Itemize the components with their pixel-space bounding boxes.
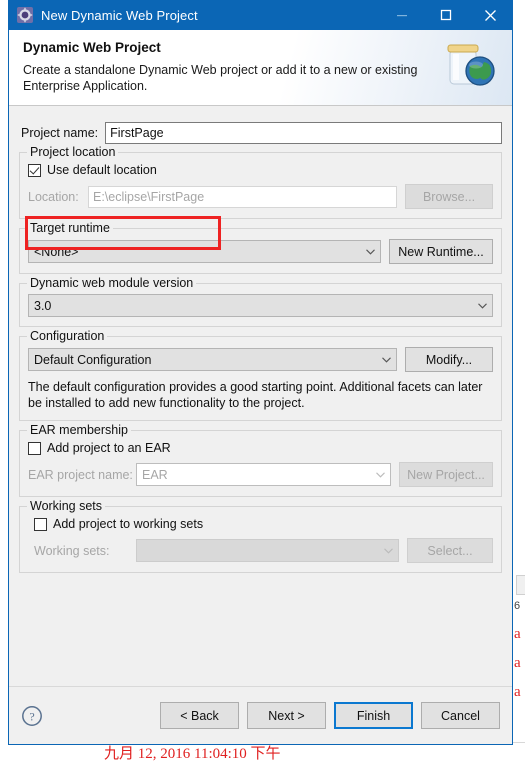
new-dynamic-web-project-dialog: New Dynamic Web Project Dynamic Web Proj…: [8, 0, 513, 745]
configuration-legend: Configuration: [27, 329, 107, 343]
page-title: Dynamic Web Project: [23, 40, 498, 55]
configuration-combo[interactable]: Default Configuration: [28, 348, 397, 371]
module-version-legend: Dynamic web module version: [27, 276, 196, 290]
background-side-mark-1: a: [514, 626, 521, 643]
help-question-icon[interactable]: ?: [21, 705, 43, 727]
background-side-mark-2: a: [514, 655, 521, 672]
background-scrollbar-thumb[interactable]: [516, 575, 525, 595]
project-location-legend: Project location: [27, 145, 118, 159]
working-sets-group: Working sets Add project to working sets…: [19, 506, 502, 573]
modify-button[interactable]: Modify...: [405, 347, 493, 372]
web-project-jar-globe-icon: [440, 38, 500, 96]
new-project-button[interactable]: New Project...: [399, 462, 493, 487]
project-name-label: Project name:: [21, 126, 98, 140]
dialog-title: New Dynamic Web Project: [41, 8, 380, 23]
ear-membership-group: EAR membership Add project to an EAR EAR…: [19, 430, 502, 497]
svg-text:?: ?: [29, 709, 34, 723]
target-runtime-combo[interactable]: <None>: [28, 240, 381, 263]
working-sets-legend: Working sets: [27, 499, 105, 513]
back-button[interactable]: < Back: [160, 702, 239, 729]
background-line-number: 6: [514, 600, 520, 612]
target-runtime-group: Target runtime <None> New Runtime...: [19, 228, 502, 274]
add-to-working-sets-row[interactable]: Add project to working sets: [34, 517, 493, 531]
dialog-titlebar[interactable]: New Dynamic Web Project: [9, 0, 512, 30]
working-sets-label: Working sets:: [34, 544, 136, 558]
add-to-working-sets-checkbox[interactable]: [34, 518, 47, 531]
next-button[interactable]: Next >: [247, 702, 326, 729]
module-version-value: 3.0: [34, 299, 472, 313]
use-default-location-label: Use default location: [47, 163, 157, 177]
project-location-group: Project location Use default location Lo…: [19, 152, 502, 219]
eclipse-wizard-icon: [17, 7, 33, 23]
configuration-row: Default Configuration Modify...: [28, 347, 493, 372]
configuration-description: The default configuration provides a goo…: [28, 379, 493, 411]
ear-project-name-value: EAR: [142, 468, 370, 482]
module-version-combo[interactable]: 3.0: [28, 294, 493, 317]
target-runtime-value: <None>: [34, 245, 360, 259]
background-console-line: 九月 12, 2016 11:04:10 下午: [104, 742, 281, 763]
dialog-body: Project name: Project location Use defau…: [9, 106, 512, 686]
location-input[interactable]: E:\eclipse\FirstPage: [88, 186, 397, 208]
ear-project-name-combo[interactable]: EAR: [136, 463, 391, 486]
project-name-row: Project name:: [21, 120, 502, 146]
working-sets-row: Working sets: Select...: [34, 538, 493, 563]
configuration-group: Configuration Default Configuration Modi…: [19, 336, 502, 421]
add-to-ear-label: Add project to an EAR: [47, 441, 171, 455]
chevron-down-icon: [370, 472, 390, 478]
target-runtime-legend: Target runtime: [27, 221, 113, 235]
module-version-row: 3.0: [28, 294, 493, 317]
finish-button[interactable]: Finish: [334, 702, 413, 729]
ear-project-name-row: EAR project name: EAR New Project...: [28, 462, 493, 487]
maximize-button[interactable]: [424, 0, 468, 30]
close-button[interactable]: [468, 0, 512, 30]
chevron-down-icon: [376, 357, 396, 363]
chevron-down-icon: [360, 249, 380, 255]
add-to-working-sets-label: Add project to working sets: [53, 517, 203, 531]
ear-project-name-label: EAR project name:: [28, 468, 136, 482]
cancel-button[interactable]: Cancel: [421, 702, 500, 729]
minimize-button[interactable]: [380, 0, 424, 30]
working-sets-combo[interactable]: [136, 539, 399, 562]
configuration-value: Default Configuration: [34, 353, 376, 367]
new-runtime-button[interactable]: New Runtime...: [389, 239, 493, 264]
dialog-header: Dynamic Web Project Create a standalone …: [9, 30, 512, 106]
use-default-location-row[interactable]: Use default location: [28, 163, 493, 177]
use-default-location-checkbox[interactable]: [28, 164, 41, 177]
background-side-mark-3: a: [514, 684, 521, 701]
target-runtime-row: <None> New Runtime...: [28, 239, 493, 264]
select-button[interactable]: Select...: [407, 538, 493, 563]
location-label: Location:: [28, 190, 88, 204]
add-to-ear-checkbox[interactable]: [28, 442, 41, 455]
location-row: Location: E:\eclipse\FirstPage Browse...: [28, 184, 493, 209]
ear-membership-legend: EAR membership: [27, 423, 131, 437]
project-name-input[interactable]: [105, 122, 502, 144]
browse-button[interactable]: Browse...: [405, 184, 493, 209]
chevron-down-icon: [378, 548, 398, 554]
module-version-group: Dynamic web module version 3.0: [19, 283, 502, 327]
page-description: Create a standalone Dynamic Web project …: [23, 62, 423, 94]
chevron-down-icon: [472, 303, 492, 309]
dialog-button-bar: ? < Back Next > Finish Cancel: [9, 686, 512, 744]
add-to-ear-row[interactable]: Add project to an EAR: [28, 441, 493, 455]
